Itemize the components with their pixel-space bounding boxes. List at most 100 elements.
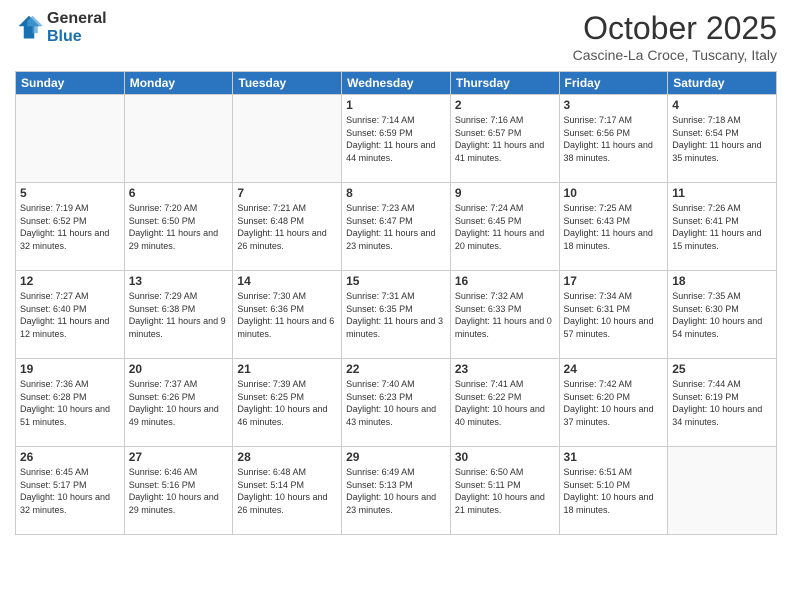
day-number: 20 [129,362,229,376]
day-number: 3 [564,98,664,112]
calendar-cell: 25 Sunrise: 7:44 AM Sunset: 6:19 PM Dayli… [668,359,777,447]
day-info: Sunrise: 7:25 AM Sunset: 6:43 PM Dayligh… [564,202,664,252]
weekday-header-friday: Friday [559,72,668,95]
weekday-header-tuesday: Tuesday [233,72,342,95]
logo-blue: Blue [47,28,107,46]
logo-general: General [47,10,107,28]
day-number: 1 [346,98,446,112]
weekday-header-row: SundayMondayTuesdayWednesdayThursdayFrid… [16,72,777,95]
day-number: 14 [237,274,337,288]
weekday-header-wednesday: Wednesday [342,72,451,95]
calendar-cell: 28 Sunrise: 6:48 AM Sunset: 5:14 PM Dayli… [233,447,342,535]
week-row-3: 19 Sunrise: 7:36 AM Sunset: 6:28 PM Dayli… [16,359,777,447]
day-number: 13 [129,274,229,288]
day-info: Sunrise: 7:41 AM Sunset: 6:22 PM Dayligh… [455,378,555,428]
day-number: 7 [237,186,337,200]
day-number: 24 [564,362,664,376]
day-info: Sunrise: 7:32 AM Sunset: 6:33 PM Dayligh… [455,290,555,340]
day-info: Sunrise: 7:27 AM Sunset: 6:40 PM Dayligh… [20,290,120,340]
calendar-cell: 23 Sunrise: 7:41 AM Sunset: 6:22 PM Dayli… [450,359,559,447]
day-number: 4 [672,98,772,112]
day-info: Sunrise: 7:31 AM Sunset: 6:35 PM Dayligh… [346,290,446,340]
day-number: 21 [237,362,337,376]
day-number: 30 [455,450,555,464]
day-info: Sunrise: 7:29 AM Sunset: 6:38 PM Dayligh… [129,290,229,340]
day-info: Sunrise: 7:16 AM Sunset: 6:57 PM Dayligh… [455,114,555,164]
calendar-cell: 30 Sunrise: 6:50 AM Sunset: 5:11 PM Dayli… [450,447,559,535]
day-info: Sunrise: 7:14 AM Sunset: 6:59 PM Dayligh… [346,114,446,164]
week-row-0: 1 Sunrise: 7:14 AM Sunset: 6:59 PM Daylig… [16,95,777,183]
calendar-cell: 14 Sunrise: 7:30 AM Sunset: 6:36 PM Dayli… [233,271,342,359]
day-info: Sunrise: 7:18 AM Sunset: 6:54 PM Dayligh… [672,114,772,164]
day-info: Sunrise: 6:48 AM Sunset: 5:14 PM Dayligh… [237,466,337,516]
day-number: 6 [129,186,229,200]
day-number: 31 [564,450,664,464]
calendar-cell: 19 Sunrise: 7:36 AM Sunset: 6:28 PM Dayli… [16,359,125,447]
calendar-cell: 21 Sunrise: 7:39 AM Sunset: 6:25 PM Dayli… [233,359,342,447]
logo-text: General Blue [47,10,107,45]
day-number: 25 [672,362,772,376]
day-info: Sunrise: 7:37 AM Sunset: 6:26 PM Dayligh… [129,378,229,428]
calendar-cell: 8Sunrise: 7:23 AM Sunset: 6:47 PM Daylig… [342,183,451,271]
day-info: Sunrise: 7:40 AM Sunset: 6:23 PM Dayligh… [346,378,446,428]
calendar-cell: 12 Sunrise: 7:27 AM Sunset: 6:40 PM Dayli… [16,271,125,359]
day-number: 22 [346,362,446,376]
calendar-cell: 13 Sunrise: 7:29 AM Sunset: 6:38 PM Dayli… [124,271,233,359]
day-info: Sunrise: 6:45 AM Sunset: 5:17 PM Dayligh… [20,466,120,516]
day-info: Sunrise: 7:17 AM Sunset: 6:56 PM Dayligh… [564,114,664,164]
day-info: Sunrise: 7:44 AM Sunset: 6:19 PM Dayligh… [672,378,772,428]
calendar-cell [668,447,777,535]
day-info: Sunrise: 7:26 AM Sunset: 6:41 PM Dayligh… [672,202,772,252]
week-row-4: 26Sunrise: 6:45 AM Sunset: 5:17 PM Dayli… [16,447,777,535]
calendar-cell: 24 Sunrise: 7:42 AM Sunset: 6:20 PM Dayli… [559,359,668,447]
day-number: 27 [129,450,229,464]
day-number: 10 [564,186,664,200]
day-info: Sunrise: 7:42 AM Sunset: 6:20 PM Dayligh… [564,378,664,428]
calendar-cell [233,95,342,183]
day-number: 15 [346,274,446,288]
day-info: Sunrise: 7:36 AM Sunset: 6:28 PM Dayligh… [20,378,120,428]
day-number: 16 [455,274,555,288]
week-row-2: 12 Sunrise: 7:27 AM Sunset: 6:40 PM Dayli… [16,271,777,359]
calendar-cell: 11 Sunrise: 7:26 AM Sunset: 6:41 PM Dayli… [668,183,777,271]
day-info: Sunrise: 7:19 AM Sunset: 6:52 PM Dayligh… [20,202,120,252]
day-number: 28 [237,450,337,464]
day-number: 11 [672,186,772,200]
calendar-cell: 16 Sunrise: 7:32 AM Sunset: 6:33 PM Dayli… [450,271,559,359]
day-info: Sunrise: 6:50 AM Sunset: 5:11 PM Dayligh… [455,466,555,516]
calendar-cell: 7Sunrise: 7:21 AM Sunset: 6:48 PM Daylig… [233,183,342,271]
page: General Blue October 2025 Cascine-La Cro… [0,0,792,612]
day-info: Sunrise: 7:23 AM Sunset: 6:47 PM Dayligh… [346,202,446,252]
calendar-cell: 15 Sunrise: 7:31 AM Sunset: 6:35 PM Dayli… [342,271,451,359]
calendar-cell: 9Sunrise: 7:24 AM Sunset: 6:45 PM Daylig… [450,183,559,271]
calendar-cell: 26Sunrise: 6:45 AM Sunset: 5:17 PM Dayli… [16,447,125,535]
weekday-header-thursday: Thursday [450,72,559,95]
weekday-header-sunday: Sunday [16,72,125,95]
calendar-cell: 10 Sunrise: 7:25 AM Sunset: 6:43 PM Dayli… [559,183,668,271]
day-info: Sunrise: 7:39 AM Sunset: 6:25 PM Dayligh… [237,378,337,428]
day-info: Sunrise: 7:30 AM Sunset: 6:36 PM Dayligh… [237,290,337,340]
day-number: 29 [346,450,446,464]
calendar-cell: 4 Sunrise: 7:18 AM Sunset: 6:54 PM Daylig… [668,95,777,183]
day-number: 12 [20,274,120,288]
calendar-cell: 1 Sunrise: 7:14 AM Sunset: 6:59 PM Daylig… [342,95,451,183]
weekday-header-saturday: Saturday [668,72,777,95]
day-info: Sunrise: 7:34 AM Sunset: 6:31 PM Dayligh… [564,290,664,340]
week-row-1: 5 Sunrise: 7:19 AM Sunset: 6:52 PM Daylig… [16,183,777,271]
calendar-cell: 22 Sunrise: 7:40 AM Sunset: 6:23 PM Dayli… [342,359,451,447]
day-number: 5 [20,186,120,200]
calendar-cell: 17Sunrise: 7:34 AM Sunset: 6:31 PM Dayli… [559,271,668,359]
weekday-header-monday: Monday [124,72,233,95]
location: Cascine-La Croce, Tuscany, Italy [573,47,777,63]
calendar-cell: 2Sunrise: 7:16 AM Sunset: 6:57 PM Daylig… [450,95,559,183]
calendar-cell: 6Sunrise: 7:20 AM Sunset: 6:50 PM Daylig… [124,183,233,271]
calendar-cell: 3 Sunrise: 7:17 AM Sunset: 6:56 PM Daylig… [559,95,668,183]
day-info: Sunrise: 6:46 AM Sunset: 5:16 PM Dayligh… [129,466,229,516]
header: General Blue October 2025 Cascine-La Cro… [15,10,777,63]
calendar-cell: 31Sunrise: 6:51 AM Sunset: 5:10 PM Dayli… [559,447,668,535]
title-block: October 2025 Cascine-La Croce, Tuscany, … [573,10,777,63]
day-number: 19 [20,362,120,376]
calendar-cell [16,95,125,183]
calendar-cell: 18Sunrise: 7:35 AM Sunset: 6:30 PM Dayli… [668,271,777,359]
day-number: 23 [455,362,555,376]
